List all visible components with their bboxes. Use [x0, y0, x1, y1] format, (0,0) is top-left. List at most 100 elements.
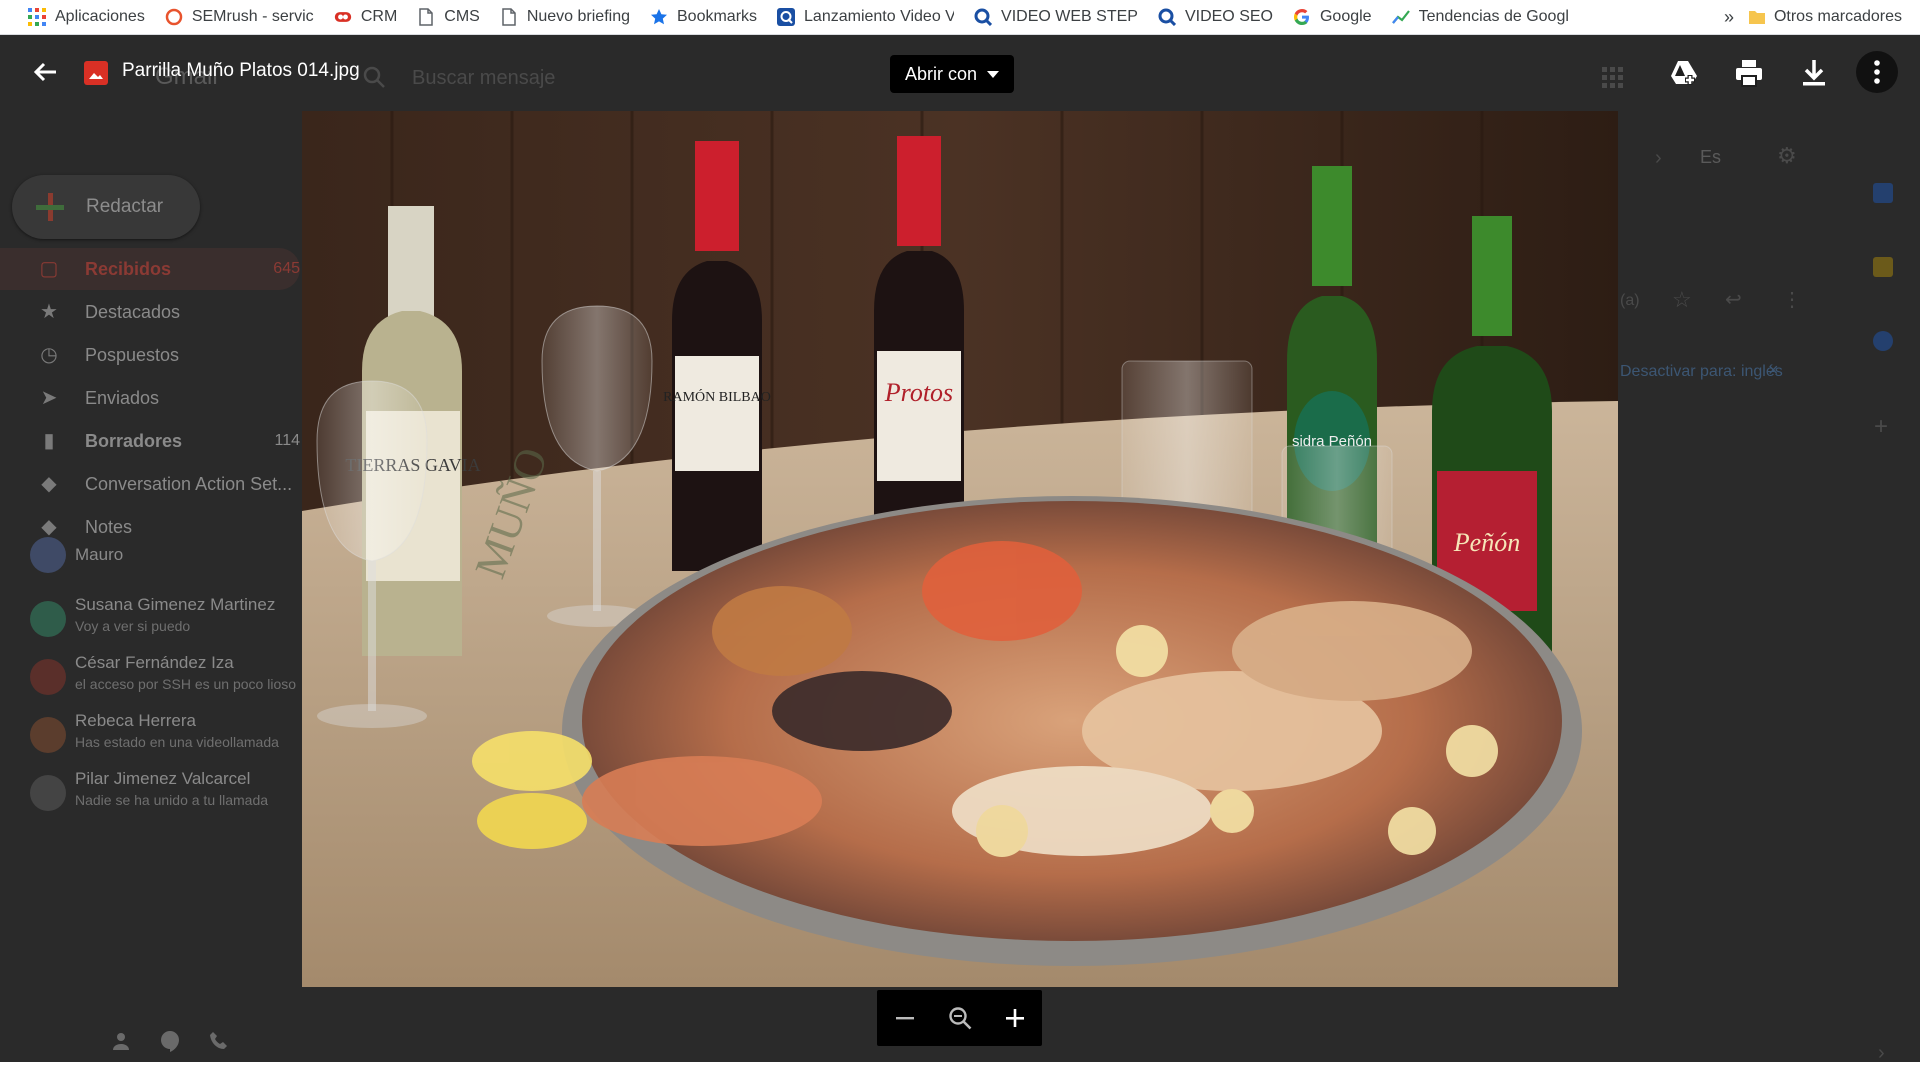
star-icon: ★	[40, 301, 58, 323]
bookmarks-overflow-button[interactable]: »	[1710, 7, 1748, 28]
more-options-button[interactable]	[1856, 51, 1898, 93]
star-icon	[651, 9, 667, 25]
nav-label: Recibidos	[85, 258, 172, 279]
download-icon[interactable]	[1798, 57, 1830, 89]
caret-down-icon	[987, 70, 1000, 78]
send-icon: ➤	[40, 387, 58, 409]
close-icon[interactable]: ×	[1768, 360, 1779, 381]
nav-count: 114	[274, 432, 300, 449]
crm-icon	[334, 12, 352, 22]
compose-button[interactable]: Redactar	[12, 175, 200, 239]
nav-item-starred[interactable]: ★ Destacados	[0, 291, 300, 333]
print-icon[interactable]	[1733, 57, 1765, 89]
contact-name: Rebeca Herrera	[75, 711, 196, 730]
star-icon[interactable]: ☆	[1672, 287, 1692, 313]
google-icon	[1293, 9, 1309, 25]
contact-item[interactable]: César Fernández Iza el acceso por SSH es…	[30, 653, 300, 709]
clock-icon: ◷	[40, 344, 58, 366]
contact-item[interactable]: Rebeca Herrera Has estado en una videoll…	[30, 711, 300, 767]
bookmark-bookmarks[interactable]: Bookmarks	[640, 0, 767, 35]
page-icon	[419, 8, 434, 26]
bookmark-label: CMS	[444, 8, 480, 25]
bookmark-crm[interactable]: CRM	[324, 0, 407, 35]
bookmark-label: Google	[1319, 8, 1372, 25]
back-arrow-icon[interactable]	[28, 55, 62, 89]
bookmark-label: Bookmarks	[677, 8, 758, 25]
zoom-in-icon	[1005, 1009, 1024, 1027]
nav-label: Enviados	[85, 387, 160, 408]
viewer-toolbar: Parrilla Muño Platos 014.jpg Abrir con	[0, 35, 1920, 109]
bookmark-lanzamiento-video[interactable]: Lanzamiento Video V	[767, 0, 964, 35]
zoom-in-button[interactable]	[998, 1001, 1032, 1035]
bookmark-video-web-step[interactable]: VIDEO WEB STEP	[964, 0, 1148, 35]
keep-icon[interactable]	[1873, 257, 1893, 277]
bookmark-label: Nuevo briefing	[526, 8, 630, 25]
hangouts-user-name: Mauro	[75, 545, 124, 564]
hangouts-icon[interactable]	[158, 1029, 182, 1053]
nav-label: Pospuestos	[85, 344, 180, 365]
calendar-icon[interactable]	[1873, 183, 1893, 203]
nav-item-conversation-action-set[interactable]: ◆ Conversation Action Set...	[0, 463, 300, 505]
hangouts-user[interactable]: Mauro	[30, 535, 300, 575]
bottle-label-text: RAMÓN BILBAO	[663, 388, 771, 405]
other-bookmarks-folder[interactable]: Otros marcadores	[1748, 8, 1920, 26]
nav-item-sent[interactable]: ➤ Enviados	[0, 377, 300, 419]
q-search-icon	[1158, 8, 1176, 26]
contact-item[interactable]: Susana Gimenez Martinez Voy a ver si pue…	[30, 595, 300, 651]
add-addon-icon[interactable]: +	[1874, 413, 1888, 441]
semrush-icon	[165, 8, 183, 26]
bookmarks-bar: Aplicaciones SEMrush - service for CRM C…	[0, 0, 1920, 35]
plus-icon	[34, 191, 66, 223]
contact-item[interactable]: Pilar Jimenez Valcarcel Nadie se ha unid…	[30, 769, 300, 825]
bookmark-google[interactable]: Google	[1283, 0, 1382, 35]
zoom-reset-button[interactable]	[943, 1001, 977, 1035]
bookmark-nuevo-briefing[interactable]: Nuevo briefing	[490, 0, 640, 35]
draft-icon: ▮	[43, 430, 55, 452]
bottle-label-text: Protos	[884, 378, 953, 407]
q-icon	[777, 8, 796, 26]
zoom-reset-icon	[948, 1007, 971, 1030]
bookmark-tendencias[interactable]: Tendencias de Googl	[1382, 0, 1579, 35]
nav-item-snoozed[interactable]: ◷ Pospuestos	[0, 334, 300, 376]
avatar	[30, 659, 66, 695]
trends-icon	[1391, 10, 1410, 24]
nav-item-inbox[interactable]: ▢ Recibidos 645	[0, 248, 300, 290]
bookmark-label: SEMrush - service for	[191, 8, 314, 25]
contact-snippet: Voy a ver si puedo	[75, 618, 191, 634]
reply-icon[interactable]: ↩	[1725, 287, 1742, 312]
person-icon[interactable]	[110, 1030, 132, 1052]
bookmark-label: CRM	[360, 8, 398, 25]
browser-bottom-strip	[0, 1062, 1920, 1080]
bottle-label-text: Peñón	[1453, 528, 1520, 557]
email-meta-truncated: (a)	[1620, 292, 1640, 309]
bookmark-semrush[interactable]: SEMrush - service for	[155, 0, 324, 35]
contact-name: César Fernández Iza	[75, 653, 234, 672]
compose-label: Redactar	[86, 196, 164, 217]
nav-item-drafts[interactable]: ▮ Borradores 114	[0, 420, 300, 462]
zoom-controls	[877, 990, 1042, 1046]
more-vert-icon[interactable]: ⋮	[1782, 287, 1802, 312]
contact-name: Pilar Jimenez Valcarcel	[75, 769, 251, 788]
tasks-icon[interactable]	[1873, 331, 1893, 351]
gear-icon[interactable]: ⚙	[1777, 143, 1797, 169]
phone-icon[interactable]	[208, 1030, 230, 1052]
chevron-right-icon[interactable]: ›	[1655, 147, 1662, 170]
bookmark-cms[interactable]: CMS	[407, 0, 490, 35]
avatar	[30, 775, 66, 811]
bookmark-apps[interactable]: Aplicaciones	[18, 0, 155, 35]
bookmark-label: VIDEO WEB STEP	[1001, 8, 1138, 25]
bookmark-video-seo[interactable]: VIDEO SEO	[1148, 0, 1283, 35]
file-name: Parrilla Muño Platos 014.jpg	[122, 60, 360, 81]
q-search-icon	[974, 8, 993, 26]
open-with-button[interactable]: Abrir con	[890, 55, 1014, 93]
apps-grid-icon	[28, 8, 46, 26]
folder-icon	[1748, 11, 1765, 24]
bookmark-label: Tendencias de Googl	[1418, 8, 1569, 25]
avatar	[30, 601, 66, 637]
zoom-out-button[interactable]	[888, 1001, 922, 1035]
drive-add-icon[interactable]	[1668, 57, 1700, 89]
nav-label: Borradores	[85, 430, 183, 451]
language-selector[interactable]: Es	[1700, 147, 1721, 168]
inbox-icon: ▢	[39, 258, 59, 280]
translate-disable-link[interactable]: Desactivar para: inglés	[1620, 363, 1783, 381]
